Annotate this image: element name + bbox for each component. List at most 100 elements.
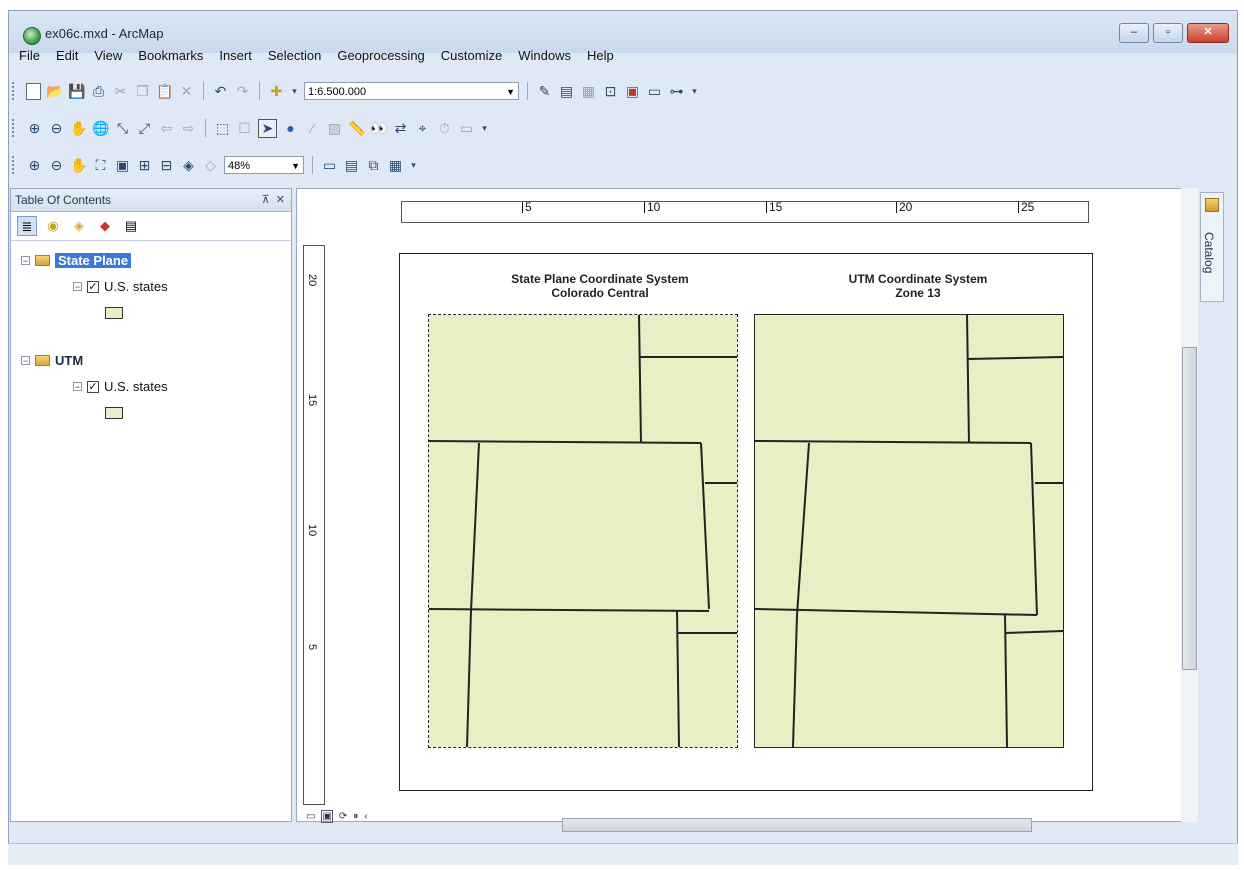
zoom-100-percent-icon[interactable]: ▣: [114, 157, 131, 174]
menu-customize[interactable]: Customize: [434, 48, 511, 63]
layout-view-icon[interactable]: ▣: [321, 809, 333, 823]
toolbar-grip[interactable]: [12, 119, 17, 137]
zoom-whole-page-icon[interactable]: ⛶: [92, 157, 109, 174]
close-icon[interactable]: ✕: [276, 194, 285, 206]
data-view-icon[interactable]: ▭: [306, 811, 315, 822]
collapse-icon[interactable]: −: [73, 282, 82, 292]
clear-selection-icon[interactable]: ☐: [236, 120, 253, 137]
menu-file[interactable]: File: [12, 48, 49, 63]
toolbar-grip[interactable]: [12, 156, 17, 174]
zoom-in-icon[interactable]: ⊕: [26, 120, 43, 137]
toolbar-options-icon[interactable]: ▾: [480, 120, 489, 137]
cut-icon[interactable]: ✂: [112, 83, 129, 100]
toolbar-grip[interactable]: [12, 82, 17, 100]
layout-pan-icon[interactable]: ✋: [70, 157, 87, 174]
focus-data-frame-icon[interactable]: ▤: [343, 157, 360, 174]
map-scale-select[interactable]: 1:6.500.000 ▼: [304, 82, 519, 100]
pin-icon[interactable]: ⊼: [262, 194, 270, 206]
restore-button[interactable]: ▫: [1153, 23, 1183, 43]
fixed-zoom-in-icon[interactable]: ⊞: [136, 157, 153, 174]
layer-label[interactable]: U.S. states: [104, 279, 168, 294]
menu-windows[interactable]: Windows: [511, 48, 580, 63]
identify-icon[interactable]: ●: [282, 120, 299, 137]
layer-us-states-state-plane[interactable]: − ✓ U.S. states: [73, 279, 168, 294]
full-extent-globe-icon[interactable]: 🌐: [92, 120, 109, 137]
refresh-icon[interactable]: ⟳: [339, 811, 347, 822]
fixed-zoom-out-icon[interactable]: ⤢: [136, 120, 153, 137]
fixed-zoom-in-icon[interactable]: ⤡: [114, 120, 131, 137]
print-icon[interactable]: ⎙: [90, 83, 107, 100]
python-window-icon[interactable]: ▭: [646, 83, 663, 100]
layout-view[interactable]: 5 10 15 20 25 20 15 10 5 State Plane Coo…: [296, 188, 1198, 822]
back-arrow-icon[interactable]: ⇦: [158, 120, 175, 137]
select-elements-pointer-icon[interactable]: ➤: [258, 118, 277, 138]
layout-page[interactable]: State Plane Coordinate System Colorado C…: [399, 253, 1093, 791]
collapse-icon[interactable]: −: [21, 356, 30, 366]
layer-label[interactable]: U.S. states: [104, 379, 168, 394]
arctoolbox-icon[interactable]: ▣: [624, 83, 641, 100]
add-data-dropdown-icon[interactable]: ▾: [290, 83, 299, 100]
map-title-state-plane[interactable]: State Plane Coordinate System Colorado C…: [440, 272, 760, 300]
find-route-icon[interactable]: ⇄: [392, 120, 409, 137]
delete-icon[interactable]: ✕: [178, 83, 195, 100]
toggle-draft-mode-icon[interactable]: ▭: [321, 157, 338, 174]
collapse-icon[interactable]: −: [73, 382, 82, 392]
layer-us-states-utm[interactable]: − ✓ U.S. states: [73, 379, 168, 394]
new-document-icon[interactable]: [26, 82, 41, 100]
measure-icon[interactable]: 📏: [348, 120, 365, 137]
list-by-source-icon[interactable]: ◉: [43, 216, 63, 236]
minimize-button[interactable]: –: [1119, 23, 1149, 43]
layer-visibility-checkbox[interactable]: ✓: [87, 280, 99, 293]
add-data-icon[interactable]: ✚: [268, 83, 285, 100]
html-popup-icon[interactable]: ▨: [326, 120, 343, 137]
scroll-left-icon[interactable]: ‹: [364, 811, 367, 822]
layout-zoom-out-icon[interactable]: ⊖: [48, 157, 65, 174]
go-to-xy-icon[interactable]: ⌖: [414, 120, 431, 137]
forward-arrow-icon[interactable]: ⇨: [180, 120, 197, 137]
table-of-contents-icon[interactable]: ▤: [558, 83, 575, 100]
list-by-visibility-icon[interactable]: ◈: [69, 216, 89, 236]
layer-visibility-checkbox[interactable]: ✓: [87, 380, 99, 393]
change-layout-icon[interactable]: ⧉: [365, 157, 382, 174]
data-driven-pages-icon[interactable]: ▦: [387, 157, 404, 174]
pan-hand-icon[interactable]: ✋: [70, 120, 87, 137]
hyperlink-icon[interactable]: ⁄: [304, 120, 321, 137]
zoom-out-icon[interactable]: ⊖: [48, 120, 65, 137]
menu-edit[interactable]: Edit: [49, 48, 87, 63]
menu-bookmarks[interactable]: Bookmarks: [131, 48, 212, 63]
next-extent-icon[interactable]: ◇: [202, 157, 219, 174]
editor-toolbar-icon[interactable]: ✎: [536, 83, 553, 100]
catalog-window-icon[interactable]: ▦: [580, 83, 597, 100]
model-builder-icon[interactable]: ⊶: [668, 83, 685, 100]
collapse-icon[interactable]: −: [21, 256, 30, 266]
redo-icon[interactable]: ↷: [234, 83, 251, 100]
create-viewer-icon[interactable]: ▭: [458, 120, 475, 137]
pause-drawing-icon[interactable]: ⏸: [353, 811, 358, 822]
list-by-selection-icon[interactable]: ◆: [95, 216, 115, 236]
data-frame-label[interactable]: State Plane: [55, 253, 132, 268]
previous-extent-icon[interactable]: ◈: [180, 157, 197, 174]
menu-view[interactable]: View: [87, 48, 131, 63]
data-frame-state-plane[interactable]: − State Plane: [21, 253, 132, 268]
map-frame-state-plane[interactable]: [428, 314, 738, 748]
menu-insert[interactable]: Insert: [212, 48, 261, 63]
toolbar-options-icon[interactable]: ▾: [690, 83, 699, 100]
data-frame-utm[interactable]: − UTM: [21, 353, 83, 368]
layout-zoom-in-icon[interactable]: ⊕: [26, 157, 43, 174]
menu-selection[interactable]: Selection: [261, 48, 330, 63]
find-binoculars-icon[interactable]: 👀: [370, 120, 387, 137]
horizontal-scrollbar-thumb[interactable]: [562, 818, 1032, 832]
polygon-symbol-swatch[interactable]: [105, 307, 123, 319]
select-features-icon[interactable]: ⬚: [214, 120, 231, 137]
polygon-symbol-swatch[interactable]: [105, 407, 123, 419]
layout-zoom-select[interactable]: 48% ▼: [224, 156, 304, 174]
data-frame-label[interactable]: UTM: [55, 353, 83, 368]
vertical-scrollbar-thumb[interactable]: [1182, 347, 1197, 670]
undo-icon[interactable]: ↶: [212, 83, 229, 100]
time-slider-icon[interactable]: ⏱: [436, 120, 453, 137]
search-window-icon[interactable]: ⊡: [602, 83, 619, 100]
paste-icon[interactable]: 📋: [156, 83, 173, 100]
menu-help[interactable]: Help: [580, 48, 623, 63]
copy-icon[interactable]: ❐: [134, 83, 151, 100]
map-title-utm[interactable]: UTM Coordinate System Zone 13: [758, 272, 1078, 300]
